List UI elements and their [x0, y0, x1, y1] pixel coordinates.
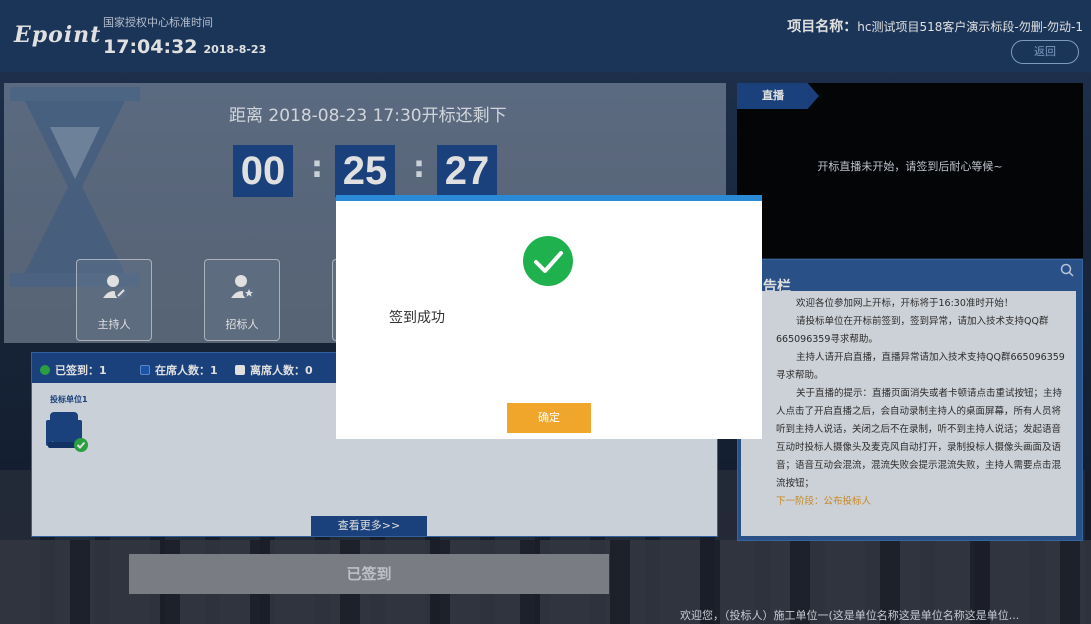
- success-check-icon: [523, 236, 573, 286]
- confirm-button[interactable]: 确定: [507, 403, 591, 433]
- success-dialog: 签到成功 确定: [336, 195, 762, 439]
- dialog-message: 签到成功: [389, 310, 445, 326]
